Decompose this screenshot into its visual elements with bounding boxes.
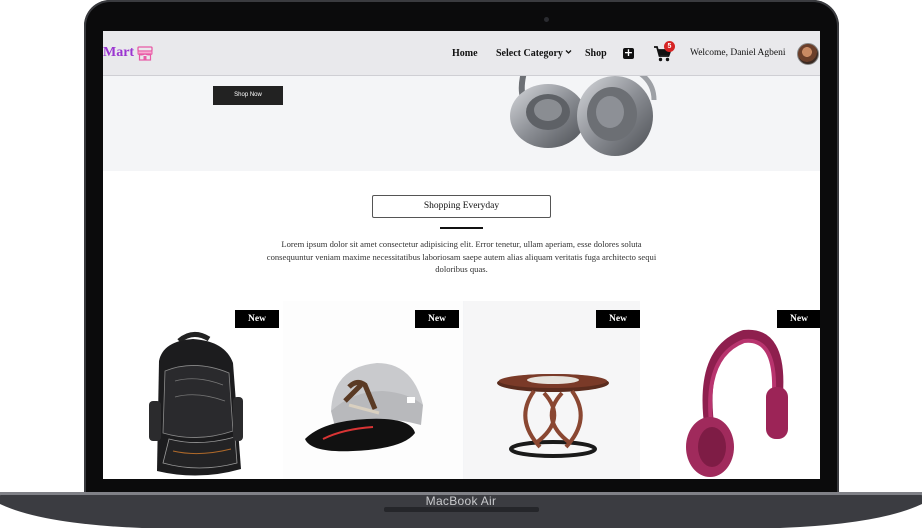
welcome-text: Welcome, Daniel Agbeni	[690, 48, 786, 58]
product-grid: New New New New	[103, 301, 820, 479]
device-label: MacBook Air	[425, 494, 497, 508]
cart-count-badge: 5	[664, 41, 675, 52]
intro-text: Lorem ipsum dolor sit amet consectetur a…	[266, 239, 657, 274]
shop-now-button[interactable]: Shop Now	[213, 86, 283, 105]
nav-home[interactable]: Home	[452, 48, 478, 59]
new-badge: New	[596, 310, 640, 328]
shopping-everyday-button[interactable]: Shopping Everyday	[372, 195, 551, 218]
brand-name: Mart	[103, 45, 135, 60]
chevron-down-icon	[565, 50, 572, 54]
new-badge: New	[777, 310, 820, 328]
avatar[interactable]	[797, 43, 819, 65]
product-card-table[interactable]: New	[464, 301, 644, 479]
product-card-backpack[interactable]: New	[103, 301, 283, 479]
intro-section: Shopping Everyday Lorem ipsum dolor sit …	[103, 171, 820, 301]
hero-banner: Shop Now	[103, 76, 820, 214]
new-badge: New	[415, 310, 459, 328]
new-badge: New	[235, 310, 279, 328]
nav-select-category[interactable]: Select Category	[496, 48, 572, 59]
hero-headphones-image	[510, 76, 657, 156]
nav-shop[interactable]: Shop	[585, 48, 607, 59]
nav-select-category-label: Select Category	[496, 48, 563, 59]
product-card-cap[interactable]: New	[283, 301, 463, 479]
browser-screen: Mart Home Select Category Shop + 5 Welco…	[103, 31, 820, 479]
shop-icon	[137, 46, 153, 61]
add-icon[interactable]: +	[623, 47, 634, 59]
navbar: Mart Home Select Category Shop + 5 Welco…	[103, 31, 820, 76]
brand-logo[interactable]: Mart	[103, 44, 154, 62]
section-divider	[440, 227, 483, 229]
product-card-headphones[interactable]: New	[640, 301, 820, 479]
camera	[544, 17, 549, 22]
